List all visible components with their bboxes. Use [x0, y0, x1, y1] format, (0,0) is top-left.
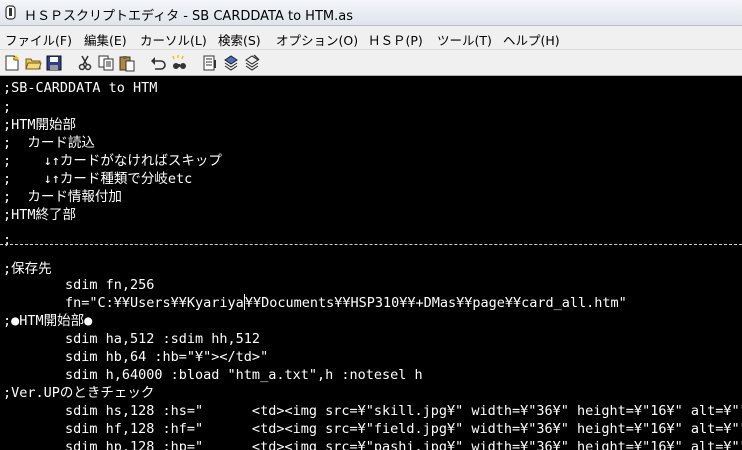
menu-help[interactable]: ヘルプ(H) [503, 30, 560, 49]
code-line: sdim h,64000 :bload "htm_a.txt",h :notes… [3, 366, 423, 385]
code-line: sdim hb,64 :hb="¥"></td>" [3, 348, 268, 367]
code-line: fn="C:¥¥Users¥¥Kyariya¥¥Documents¥¥HSP31… [3, 294, 627, 313]
app-icon[interactable] [3, 5, 18, 20]
title-bar: ＨＳＰスクリプトエディタ - SB CARDDATA to HTM.as [0, 0, 742, 26]
menu-hsp[interactable]: ＨＳＰ(P) [368, 30, 423, 49]
code-line: ; [3, 99, 12, 115]
menu-edit[interactable]: 編集(E) [84, 30, 127, 49]
code-line: ;HTM終了部 [3, 207, 77, 223]
code-text: ¥¥Documents¥¥HSP310¥¥+DMas¥¥page¥¥card_a… [244, 295, 627, 311]
open-folder-icon[interactable] [24, 54, 42, 72]
script-icon[interactable] [201, 54, 219, 72]
menu-search[interactable]: 検索(S) [218, 30, 261, 49]
save-disk-icon[interactable] [45, 54, 63, 72]
separator-line [0, 244, 742, 245]
code-editor[interactable]: ;SB-CARDDATA to HTM ; ;HTM開始部 ; カード読込 ; … [0, 76, 742, 450]
code-text: sdim hs,128 :hs=" <td><img src=¥"skill.j… [65, 403, 742, 419]
new-file-icon[interactable] [3, 54, 21, 72]
code-line: ; ↓↑カード種類で分岐etc [3, 171, 193, 187]
code-line: ; [3, 232, 12, 248]
menu-options[interactable]: オプション(O) [276, 30, 358, 49]
code-line: ;●HTM開始部● [3, 313, 93, 329]
code-line: ; ↓↑カードがなければスキップ [3, 153, 222, 169]
toolbar [0, 50, 742, 76]
code-line: sdim ha,512 :sdim hh,512 [3, 330, 260, 349]
menu-cursor[interactable]: カーソル(L) [140, 30, 207, 49]
menu-file[interactable]: ファイル(F) [5, 30, 72, 49]
code-line: sdim hp,128 :hp=" <td><img src=¥"pashi.j… [3, 438, 742, 450]
find-icon[interactable] [170, 54, 188, 72]
code-line: sdim hf,128 :hf=" <td><img src=¥"field.j… [3, 420, 742, 439]
tool-icon[interactable] [243, 54, 261, 72]
code-line: ; カード情報付加 [3, 189, 122, 205]
code-line: ;SB-CARDDATA to HTM [3, 80, 158, 96]
window-title: ＨＳＰスクリプトエディタ - SB CARDDATA to HTM.as [24, 9, 353, 24]
code-line: sdim hs,128 :hs=" <td><img src=¥"skill.j… [3, 402, 742, 421]
code-text: sdim h,64000 :bload "htm_a.txt",h :notes… [65, 367, 423, 383]
code-text: fn="C:¥¥Users¥¥Kyariya [65, 295, 244, 311]
menu-tools[interactable]: ツール(T) [437, 30, 492, 49]
code-line: ; カード読込 [3, 135, 95, 151]
code-text: sdim hf,128 :hf=" <td><img src=¥"field.j… [65, 421, 742, 437]
code-text: sdim ha,512 :sdim hh,512 [65, 331, 261, 347]
code-text: sdim hb,64 :hb="¥"></td>" [65, 349, 269, 365]
code-line: ;Ver.UPのときチェック [3, 385, 155, 401]
cut-scissors-icon[interactable] [76, 54, 94, 72]
code-text: sdim hp,128 :hp=" <td><img src=¥"pashi.j… [65, 439, 742, 450]
copy-icon[interactable] [97, 54, 115, 72]
compile-run-icon[interactable] [222, 54, 240, 72]
code-line: sdim fn,256 [3, 276, 154, 295]
menu-bar: ファイル(F) 編集(E) カーソル(L) 検索(S) オプション(O) ＨＳＰ… [0, 26, 742, 50]
code-text: sdim fn,256 [65, 277, 155, 293]
code-line: ;HTM開始部 [3, 117, 77, 133]
undo-icon[interactable] [149, 54, 167, 72]
paste-icon[interactable] [118, 54, 136, 72]
